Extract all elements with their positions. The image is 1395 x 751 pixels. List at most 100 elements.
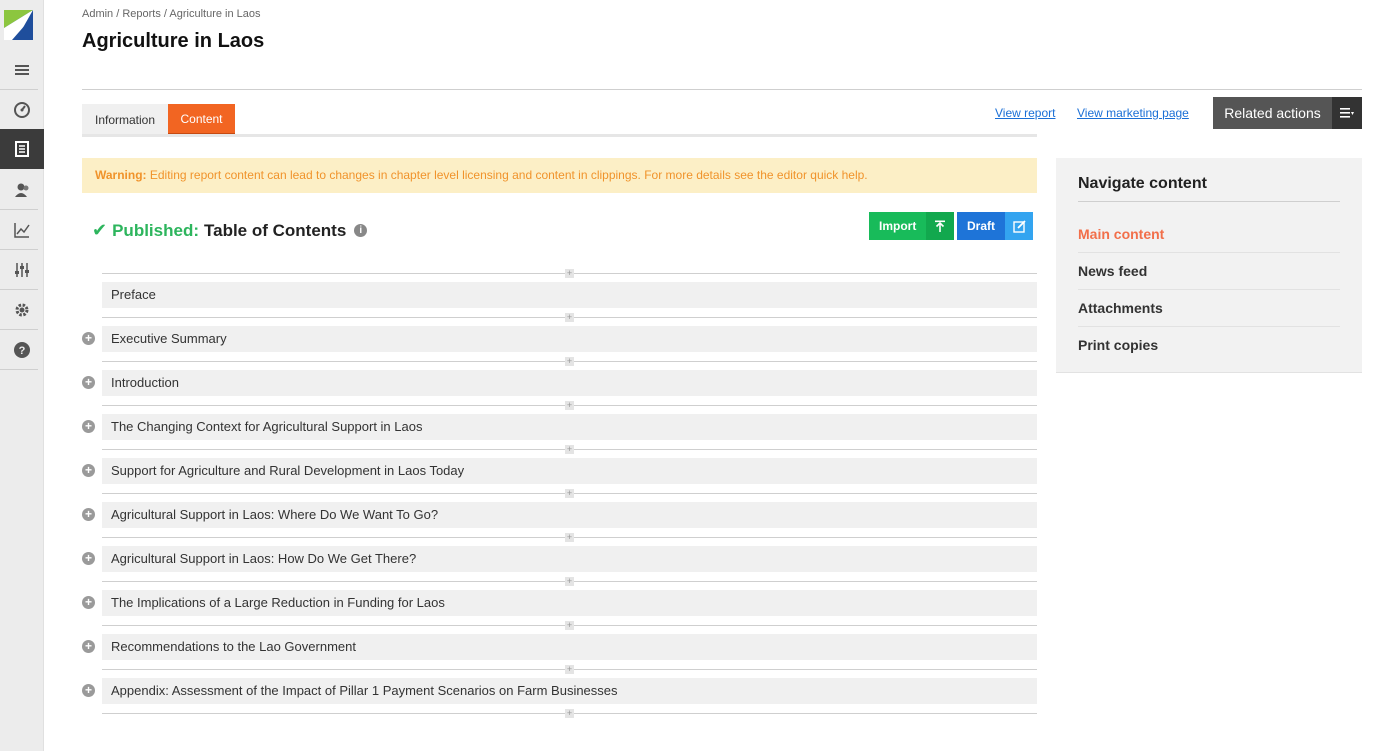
tab-information[interactable]: Information xyxy=(82,104,168,136)
sidebar-analytics[interactable] xyxy=(0,210,44,250)
insert-separator: + xyxy=(82,354,1037,368)
insert-plus-icon[interactable]: + xyxy=(565,709,574,718)
checkmark-icon: ✔ xyxy=(92,220,108,240)
sidebar-reports[interactable] xyxy=(0,129,44,169)
sidebar-filters[interactable] xyxy=(0,250,44,290)
sliders-icon xyxy=(15,263,29,277)
document-icon xyxy=(15,141,29,157)
navigate-content-title: Navigate content xyxy=(1078,175,1340,202)
insert-plus-icon[interactable]: + xyxy=(565,665,574,674)
warning-prefix: Warning: xyxy=(95,168,147,182)
insert-plus-icon[interactable]: + xyxy=(565,313,574,322)
expand-plus-icon[interactable]: + xyxy=(82,640,95,653)
nav-print-copies[interactable]: Print copies xyxy=(1078,327,1340,364)
insert-separator: + xyxy=(82,662,1037,676)
import-label: Import xyxy=(879,219,917,233)
warning-banner: Warning: Editing report content can lead… xyxy=(82,158,1037,193)
toc-item-label[interactable]: Agricultural Support in Laos: How Do We … xyxy=(102,546,1037,572)
toc-row[interactable]: + The Implications of a Large Reduction i… xyxy=(82,588,1037,618)
insert-plus-icon[interactable]: + xyxy=(565,357,574,366)
toc-row[interactable]: + Agricultural Support in Laos: How Do We… xyxy=(82,544,1037,574)
expand-plus-icon[interactable]: + xyxy=(82,508,95,521)
toc-row[interactable]: Preface xyxy=(82,280,1037,310)
insert-separator: + xyxy=(82,706,1037,720)
toc-item-label[interactable]: Preface xyxy=(102,282,1037,308)
toc-item-label[interactable]: The Changing Context for Agricultural Su… xyxy=(102,414,1037,440)
toc-row[interactable]: + Recommendations to the Lao Government xyxy=(82,632,1037,662)
toc-title: Table of Contents xyxy=(204,220,347,240)
warning-text: Editing report content can lead to chang… xyxy=(146,168,868,182)
expand-plus-icon[interactable]: + xyxy=(82,596,95,609)
view-report-link[interactable]: View report xyxy=(995,106,1055,120)
toc-item-label[interactable]: Appendix: Assessment of the Impact of Pi… xyxy=(102,678,1037,704)
sidebar-dashboard[interactable] xyxy=(0,90,44,130)
insert-plus-icon[interactable]: + xyxy=(565,577,574,586)
nav-attachments[interactable]: Attachments xyxy=(1078,290,1340,327)
view-marketing-page-link[interactable]: View marketing page xyxy=(1077,106,1189,120)
insert-separator: + xyxy=(82,398,1037,412)
nav-main-content[interactable]: Main content xyxy=(1078,216,1340,253)
toc-row[interactable]: + Agricultural Support in Laos: Where Do … xyxy=(82,500,1037,530)
sidebar-menu[interactable] xyxy=(0,50,44,90)
insert-separator: + xyxy=(82,266,1037,280)
toc-item-label[interactable]: The Implications of a Large Reduction in… xyxy=(102,590,1037,616)
insert-plus-icon[interactable]: + xyxy=(565,269,574,278)
expand-plus-icon[interactable]: + xyxy=(82,464,95,477)
draft-button[interactable]: Draft xyxy=(957,212,1033,240)
toc-item-label[interactable]: Support for Agriculture and Rural Develo… xyxy=(102,458,1037,484)
chart-icon xyxy=(14,223,30,238)
insert-separator: + xyxy=(82,530,1037,544)
sidebar-help[interactable]: ? xyxy=(0,330,44,370)
expand-plus-icon[interactable]: + xyxy=(82,684,95,697)
header-divider xyxy=(82,89,1362,90)
navigate-content-panel: Navigate content Main content News feed … xyxy=(1056,158,1362,373)
tab-content[interactable]: Content xyxy=(168,104,235,136)
breadcrumb[interactable]: Admin / Reports / Agriculture in Laos xyxy=(82,8,261,20)
status-heading: ✔ Published: Table of Contents i xyxy=(92,220,368,241)
insert-plus-icon[interactable]: + xyxy=(565,445,574,454)
svg-text:?: ? xyxy=(19,345,26,357)
users-icon xyxy=(15,183,29,197)
draft-label: Draft xyxy=(967,219,996,233)
expand-plus-icon[interactable]: + xyxy=(82,420,95,433)
sidebar-settings[interactable] xyxy=(0,290,44,330)
toc-item-label[interactable]: Executive Summary xyxy=(102,326,1037,352)
help-icon: ? xyxy=(14,342,30,358)
toc-item-label[interactable]: Recommendations to the Lao Government xyxy=(102,634,1037,660)
insert-plus-icon[interactable]: + xyxy=(565,489,574,498)
app-logo[interactable] xyxy=(4,10,33,40)
insert-plus-icon[interactable]: + xyxy=(565,533,574,542)
list-menu-icon xyxy=(1332,97,1362,129)
info-icon[interactable]: i xyxy=(354,224,368,237)
insert-separator: + xyxy=(82,486,1037,500)
nav-news-feed[interactable]: News feed xyxy=(1078,253,1340,290)
insert-plus-icon[interactable]: + xyxy=(565,401,574,410)
insert-plus-icon[interactable]: + xyxy=(565,621,574,630)
sidebar-users[interactable] xyxy=(0,170,44,210)
expand-plus-icon[interactable]: + xyxy=(82,376,95,389)
tabs-underline xyxy=(82,134,1037,137)
menu-icon xyxy=(15,65,29,75)
insert-separator: + xyxy=(82,310,1037,324)
insert-separator: + xyxy=(82,618,1037,632)
toc-row[interactable]: + Executive Summary xyxy=(82,324,1037,354)
toc-row[interactable]: + The Changing Context for Agricultural S… xyxy=(82,412,1037,442)
import-button[interactable]: Import xyxy=(869,212,954,240)
toc-list: + Preface + + Executive Summary + + Introductio… xyxy=(82,266,1037,720)
toc-row[interactable]: + Appendix: Assessment of the Impact of P… xyxy=(82,676,1037,706)
upload-icon xyxy=(926,212,954,240)
gear-icon xyxy=(15,303,29,317)
toc-item-label[interactable]: Introduction xyxy=(102,370,1037,396)
edit-icon xyxy=(1005,212,1033,240)
insert-separator: + xyxy=(82,442,1037,456)
status-label: Published: xyxy=(112,220,199,240)
related-actions-button[interactable]: Related actions xyxy=(1213,97,1362,129)
page-title: Agriculture in Laos xyxy=(82,30,265,52)
toc-item-label[interactable]: Agricultural Support in Laos: Where Do W… xyxy=(102,502,1037,528)
expand-plus-icon[interactable]: + xyxy=(82,332,95,345)
dashboard-icon xyxy=(14,102,30,118)
related-actions-label: Related actions xyxy=(1224,105,1321,121)
expand-plus-icon[interactable]: + xyxy=(82,552,95,565)
toc-row[interactable]: + Support for Agriculture and Rural Devel… xyxy=(82,456,1037,486)
toc-row[interactable]: + Introduction xyxy=(82,368,1037,398)
